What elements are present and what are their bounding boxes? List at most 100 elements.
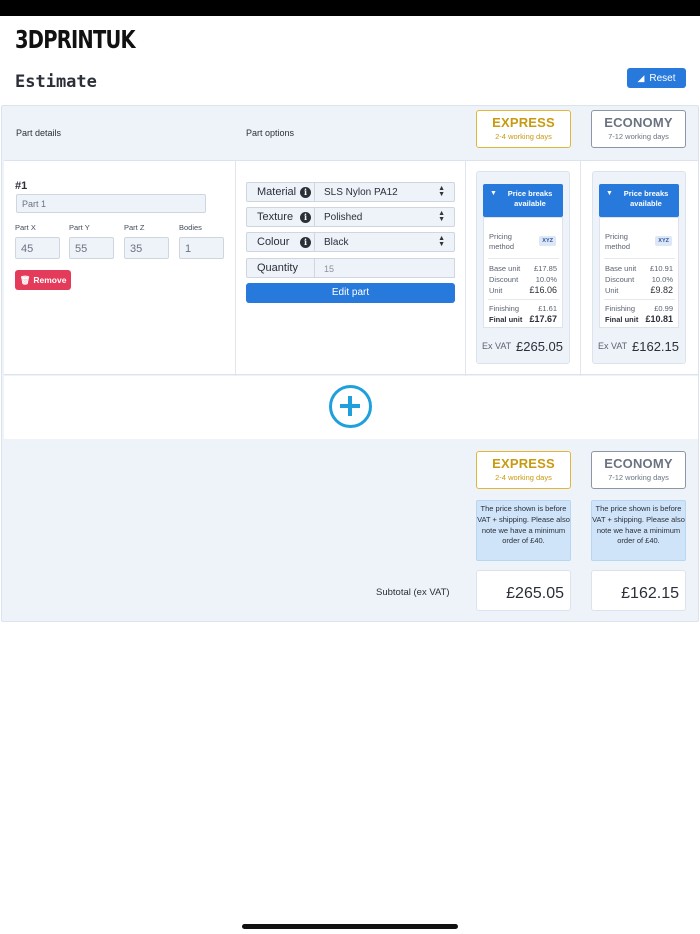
status-bar <box>0 0 700 16</box>
express-header[interactable]: EXPRESS 2-4 working days <box>476 110 571 148</box>
final-unit-value: £17.67 <box>529 314 557 324</box>
separator <box>488 258 559 259</box>
divider <box>465 161 466 376</box>
final-unit-label: Final unit <box>489 315 523 324</box>
separator <box>604 258 675 259</box>
unit-label: Unit <box>489 286 503 295</box>
part-y-label: Part Y <box>69 223 90 232</box>
part-z-label: Part Z <box>124 223 145 232</box>
economy-price-card: ▼ Price breaks available Pricing method … <box>592 171 686 364</box>
colour-label-text: Colour <box>257 236 290 248</box>
express-price: £265.05 <box>516 339 563 354</box>
pricing-method-label: Pricing method <box>605 232 631 251</box>
economy-days: 7-12 working days <box>608 473 669 482</box>
home-indicator[interactable] <box>242 924 458 929</box>
discount-label: Discount <box>605 275 635 284</box>
subtotal-label: Subtotal (ex VAT) <box>376 587 450 598</box>
economy-footer-header[interactable]: ECONOMY 7-12 working days <box>591 451 686 489</box>
base-unit-value: £10.91 <box>650 264 673 273</box>
bodies-label: Bodies <box>179 223 202 232</box>
part-name-input[interactable]: Part 1 <box>16 194 206 213</box>
base-unit-label: Base unit <box>489 264 521 273</box>
select-arrows-icon: ▲ ▼ <box>438 235 445 248</box>
divider <box>235 161 236 376</box>
separator <box>488 299 559 300</box>
edit-part-button[interactable]: Edit part <box>246 283 455 303</box>
page-title: Estimate <box>15 72 97 92</box>
reset-button[interactable]: ◢ Reset <box>627 68 686 88</box>
caret-down-icon: ▼ <box>490 190 497 197</box>
remove-button[interactable]: 🗑 Remove <box>15 270 71 290</box>
part-options-header: Part options <box>246 128 295 138</box>
economy-price: £162.15 <box>632 339 679 354</box>
reset-label: Reset <box>649 72 676 84</box>
info-icon[interactable]: i <box>300 237 311 248</box>
add-part-button[interactable] <box>329 385 372 428</box>
part-row: #1 Part 1 Part X Part Y Part Z Bodies 45… <box>4 160 698 376</box>
price-breaks-label: Price breaks available <box>507 189 553 208</box>
info-icon[interactable]: i <box>300 212 311 223</box>
unit-value: £16.06 <box>529 285 557 295</box>
material-label-text: Material <box>257 186 297 198</box>
separator <box>604 299 675 300</box>
material-select[interactable]: SLS Nylon PA12 ▲ ▼ <box>315 182 455 202</box>
economy-header[interactable]: ECONOMY 7-12 working days <box>591 110 686 148</box>
unit-value: £9.82 <box>650 285 673 295</box>
express-days: 2-4 working days <box>495 473 552 482</box>
material-label: Material i <box>246 182 315 202</box>
part-number: #1 <box>15 180 28 192</box>
pricing-method-badge: XYZ <box>655 236 672 246</box>
finishing-label: Finishing <box>605 304 636 313</box>
express-subtotal: £265.05 <box>476 570 571 611</box>
texture-label: Texture i <box>246 207 315 227</box>
material-value: SLS Nylon PA12 <box>324 187 398 198</box>
pricing-method-badge: XYZ <box>539 236 556 246</box>
economy-subtotal: £162.15 <box>591 570 686 611</box>
express-name: EXPRESS <box>492 115 555 130</box>
texture-value: Polished <box>324 212 363 223</box>
brand-logo[interactable]: 3DPRINTUK <box>15 25 136 54</box>
final-unit-value: £10.81 <box>645 314 673 324</box>
select-arrows-icon: ▲ ▼ <box>438 210 445 223</box>
eraser-icon: ◢ <box>637 72 645 83</box>
remove-label: Remove <box>33 275 67 285</box>
part-z-input[interactable]: 35 <box>124 237 169 259</box>
finishing-label: Finishing <box>489 304 520 313</box>
express-footer-header[interactable]: EXPRESS 2-4 working days <box>476 451 571 489</box>
add-part-row <box>4 376 698 439</box>
texture-select[interactable]: Polished ▲ ▼ <box>315 207 455 227</box>
vat-note: The price shown is before VAT + shipping… <box>476 500 571 561</box>
colour-select[interactable]: Black ▲ ▼ <box>315 232 455 252</box>
divider <box>580 161 581 376</box>
part-y-input[interactable]: 55 <box>69 237 114 259</box>
economy-name: ECONOMY <box>604 456 673 471</box>
price-breaks-toggle[interactable]: ▼ Price breaks available <box>483 184 563 217</box>
final-unit-label: Final unit <box>605 315 639 324</box>
express-price-card: ▼ Price breaks available Pricing method … <box>476 171 570 364</box>
info-icon[interactable]: i <box>300 187 311 198</box>
part-x-input[interactable]: 45 <box>15 237 60 259</box>
texture-label-text: Texture <box>257 211 294 223</box>
price-breaks-toggle[interactable]: ▼ Price breaks available <box>599 184 679 217</box>
bodies-input[interactable]: 1 <box>179 237 224 259</box>
caret-down-icon: ▼ <box>606 190 613 197</box>
exvat-label: Ex VAT <box>598 341 628 351</box>
base-unit-value: £17.85 <box>534 264 557 273</box>
discount-value: 10.0% <box>535 275 557 284</box>
price-breaks-body: Pricing method XYZ Base unit £17.85 Disc… <box>483 217 563 328</box>
price-breaks-label: Price breaks available <box>623 189 669 208</box>
colour-value: Black <box>324 237 349 248</box>
pricing-method-label: Pricing method <box>489 232 515 251</box>
colour-label: Colour i <box>246 232 315 252</box>
economy-days: 7-12 working days <box>608 132 669 141</box>
discount-label: Discount <box>489 275 519 284</box>
price-breaks-body: Pricing method XYZ Base unit £10.91 Disc… <box>599 217 679 328</box>
part-details-header: Part details <box>16 128 62 138</box>
finishing-value: £1.61 <box>538 304 557 313</box>
quantity-input[interactable]: 15 <box>315 258 455 278</box>
economy-name: ECONOMY <box>604 115 673 130</box>
express-name: EXPRESS <box>492 456 555 471</box>
quantity-label: Quantity <box>246 258 315 278</box>
select-arrows-icon: ▲ ▼ <box>438 185 445 198</box>
unit-label: Unit <box>605 286 619 295</box>
